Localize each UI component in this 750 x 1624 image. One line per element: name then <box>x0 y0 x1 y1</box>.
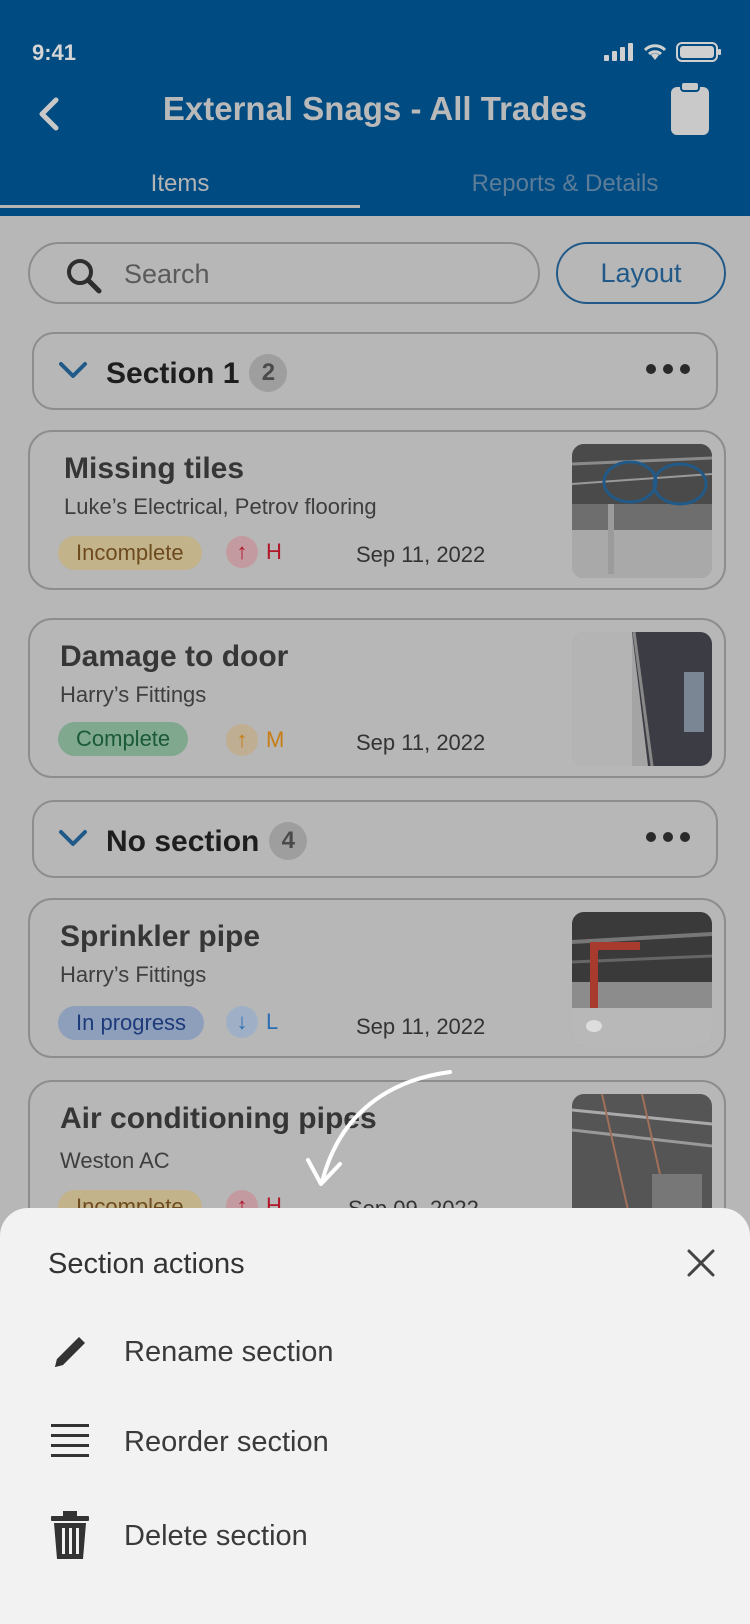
layout-button[interactable]: Layout <box>556 242 726 304</box>
snag-date: Sep 11, 2022 <box>356 730 486 755</box>
signal-icon <box>604 43 633 61</box>
clipboard-icon <box>671 81 709 135</box>
app-header: 9:41 External Snags - All Trades Items R… <box>0 0 750 216</box>
section-count: 4 <box>269 822 308 860</box>
priority-level: L <box>266 1009 279 1034</box>
priority-arrow-icon: ↑ <box>226 724 258 756</box>
section-title: No section 4 <box>106 822 308 860</box>
snag-title: Missing tiles <box>64 452 245 485</box>
clipboard-button[interactable] <box>670 81 710 136</box>
priority-indicator: ↓ L <box>226 1006 278 1038</box>
priority-indicator: ↑ M <box>226 724 284 756</box>
more-options-icon[interactable] <box>646 364 690 374</box>
reorder-lines-icon <box>48 1420 92 1464</box>
snag-assignees: Harry’s Fittings <box>60 682 207 707</box>
pencil-icon <box>48 1330 92 1374</box>
battery-icon <box>676 42 721 62</box>
tab-reports-details[interactable]: Reports & Details <box>380 170 750 198</box>
snag-title: Sprinkler pipe <box>60 920 261 953</box>
status-badge: In progress <box>58 1006 205 1040</box>
snag-photo <box>572 444 712 578</box>
section-actions-sheet: Section actions Rename section Reorder s… <box>0 1208 750 1624</box>
priority-level: M <box>266 727 285 752</box>
section-name: Section 1 <box>106 357 240 390</box>
action-label: Reorder section <box>124 1425 329 1458</box>
chevron-down-icon[interactable] <box>58 358 88 382</box>
reorder-section-button[interactable]: Reorder section <box>48 1412 708 1472</box>
snag-assignees: Luke’s Electrical, Petrov flooring <box>64 494 377 519</box>
trash-icon <box>48 1511 92 1559</box>
snag-date: Sep 11, 2022 <box>356 1014 486 1039</box>
curved-arrow-icon <box>306 1070 452 1186</box>
section-name: No section <box>106 825 260 858</box>
sheet-title: Section actions <box>48 1248 245 1280</box>
snag-card[interactable]: Damage to door Harry’s Fittings Complete… <box>28 618 726 778</box>
rename-section-button[interactable]: Rename section <box>48 1322 708 1382</box>
section-count: 2 <box>249 354 288 392</box>
snag-title: Damage to door <box>60 640 289 673</box>
search-icon <box>67 259 102 294</box>
close-button[interactable] <box>686 1248 716 1283</box>
priority-arrow-icon: ↑ <box>226 536 258 568</box>
close-icon <box>687 1249 715 1277</box>
section-title: Section 1 2 <box>106 354 288 392</box>
more-options-icon[interactable] <box>646 832 690 842</box>
snag-card[interactable]: Missing tiles Luke’s Electrical, Petrov … <box>28 430 726 590</box>
snag-assignees: Harry’s Fittings <box>60 962 207 987</box>
snag-date: Sep 11, 2022 <box>356 542 486 567</box>
action-label: Rename section <box>124 1335 334 1368</box>
search-input[interactable]: Search <box>28 242 540 304</box>
snag-photo <box>572 912 712 1046</box>
priority-level: H <box>266 539 282 564</box>
action-label: Delete section <box>124 1519 308 1552</box>
snag-card[interactable]: Sprinkler pipe Harry’s Fittings In progr… <box>28 898 726 1058</box>
chevron-down-icon[interactable] <box>58 826 88 850</box>
snag-assignees: Weston AC <box>60 1148 170 1173</box>
page-title: External Snags - All Trades <box>162 90 588 127</box>
snag-photo <box>572 632 712 766</box>
wifi-icon <box>643 44 667 60</box>
delete-section-button[interactable]: Delete section <box>48 1506 708 1566</box>
status-badge: Incomplete <box>58 536 202 570</box>
status-time: 9:41 <box>32 40 77 65</box>
tab-items[interactable]: Items <box>0 170 360 198</box>
priority-indicator: ↑ H <box>226 536 282 568</box>
status-badge: Complete <box>58 722 189 756</box>
section-header[interactable]: Section 1 2 <box>32 332 718 410</box>
section-header[interactable]: No section 4 <box>32 800 718 878</box>
priority-arrow-icon: ↓ <box>226 1006 258 1038</box>
search-placeholder: Search <box>124 259 210 289</box>
status-icons <box>604 42 722 62</box>
active-tab-indicator <box>0 205 360 208</box>
